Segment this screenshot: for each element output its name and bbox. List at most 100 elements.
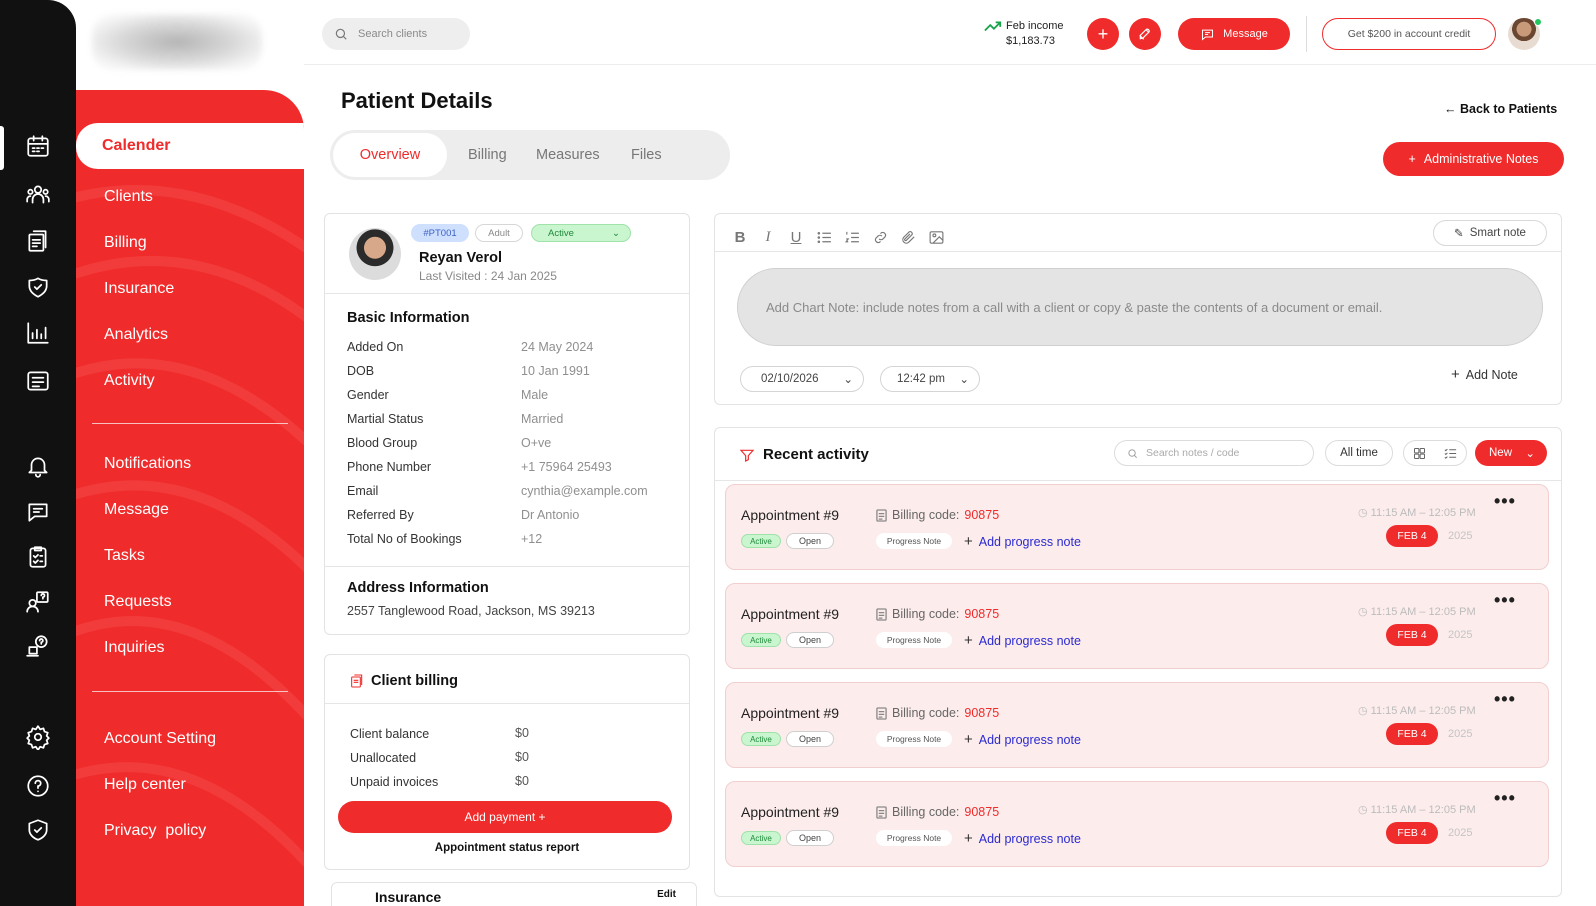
status-badge: Active — [741, 732, 781, 746]
account-credit-button[interactable]: Get $200 in account credit — [1322, 18, 1496, 50]
client-search[interactable]: Search clients — [322, 18, 470, 50]
smart-note-button[interactable]: ✎ Smart note — [1433, 220, 1547, 246]
rocket-icon — [1139, 28, 1150, 40]
message-icon[interactable] — [20, 494, 56, 530]
tab-billing[interactable]: Billing — [468, 130, 507, 180]
more-options-icon[interactable]: ••• — [1494, 689, 1516, 710]
billing-code-prefix: Billing code: — [892, 508, 960, 522]
privacy-shield-icon[interactable] — [20, 812, 56, 848]
appointment-year: 2025 — [1448, 827, 1473, 839]
appointment-item[interactable]: Appointment #9 Billing code: 90875 Activ… — [725, 484, 1549, 570]
bell-icon[interactable] — [20, 448, 56, 484]
status-badge: Active — [741, 831, 781, 845]
activity-list-icon[interactable] — [20, 363, 56, 399]
add-progress-note-label: Add progress note — [978, 831, 1081, 846]
add-button[interactable]: + — [1087, 18, 1119, 50]
back-to-patients-link[interactable]: ← Back to Patients — [1444, 102, 1557, 116]
sidebar-item-tasks[interactable]: Tasks — [104, 547, 145, 565]
sidebar-item-calender[interactable]: Calender — [76, 123, 304, 169]
bold-icon[interactable]: B — [731, 228, 749, 246]
patient-status-select[interactable]: Active ⌄ — [531, 224, 631, 242]
add-progress-note-link[interactable]: + Add progress note — [964, 731, 1081, 748]
page-title: Patient Details — [341, 88, 493, 113]
sidebar-item-privacy-policy[interactable]: Privacy policy — [104, 822, 206, 840]
sidebar-item-analytics[interactable]: Analytics — [104, 326, 168, 344]
italic-icon[interactable]: I — [759, 228, 777, 246]
quick-action-button[interactable] — [1129, 18, 1161, 50]
more-options-icon[interactable]: ••• — [1494, 590, 1516, 611]
chart-note-input[interactable]: Add Chart Note: include notes from a cal… — [737, 268, 1543, 346]
requests-icon[interactable] — [20, 584, 56, 620]
billing-icon[interactable] — [20, 223, 56, 259]
appointment-status-report-link[interactable]: Appointment status report — [325, 842, 689, 854]
tab-measures[interactable]: Measures — [536, 130, 600, 180]
tab-overview[interactable]: Overview — [333, 133, 447, 177]
attachment-icon[interactable] — [899, 228, 917, 246]
sidebar-item-clients[interactable]: Clients — [104, 188, 153, 206]
list-view-icon[interactable] — [1443, 446, 1458, 461]
more-options-icon[interactable]: ••• — [1494, 491, 1516, 512]
add-progress-note-link[interactable]: + Add progress note — [964, 830, 1081, 847]
sidebar-item-inquiries[interactable]: Inquiries — [104, 639, 164, 657]
sidebar-item-notifications[interactable]: Notifications — [104, 455, 191, 473]
clock-icon: ◷ — [1358, 606, 1371, 618]
appointment-item[interactable]: Appointment #9 Billing code: 90875 Activ… — [725, 583, 1549, 669]
sidebar-item-activity[interactable]: Activity — [104, 372, 155, 390]
search-icon — [335, 28, 347, 40]
appointment-time: ◷ 11:15 AM – 12:05 PM — [1358, 803, 1476, 816]
appointment-item[interactable]: Appointment #9 Billing code: 90875 Activ… — [725, 781, 1549, 867]
inquiries-icon[interactable] — [20, 628, 56, 664]
patient-name: Reyan Verol — [419, 250, 503, 266]
add-note-button[interactable]: + Add Note — [1451, 366, 1518, 383]
appointment-item[interactable]: Appointment #9 Billing code: 90875 Activ… — [725, 682, 1549, 768]
trend-up-icon — [984, 21, 1002, 32]
sidebar-item-insurance[interactable]: Insurance — [104, 280, 174, 298]
search-placeholder: Search clients — [358, 28, 428, 40]
notes-search-input[interactable]: Search notes / code — [1114, 440, 1314, 466]
info-label: Gender — [347, 388, 389, 402]
billing-label: Unpaid invoices — [350, 775, 439, 789]
online-status-dot — [1534, 18, 1542, 26]
appointment-date: FEB 4 — [1386, 525, 1438, 547]
add-progress-note-label: Add progress note — [978, 534, 1081, 549]
message-button[interactable]: Message — [1178, 18, 1290, 50]
appointment-time-value: 11:15 AM – 12:05 PM — [1370, 804, 1476, 816]
add-progress-note-link[interactable]: + Add progress note — [964, 632, 1081, 649]
calendar-icon[interactable] — [20, 128, 56, 164]
grid-view-icon[interactable] — [1412, 446, 1427, 461]
link-icon[interactable] — [871, 228, 889, 246]
insurance-icon[interactable] — [20, 269, 56, 305]
note-date-picker[interactable]: 02/10/2026 ⌄ — [740, 366, 864, 392]
new-activity-button[interactable]: New ⌄ — [1475, 440, 1547, 466]
note-time-picker[interactable]: 12:42 pm ⌄ — [880, 366, 980, 392]
numbered-list-icon[interactable] — [843, 228, 861, 246]
sidebar-item-billing[interactable]: Billing — [104, 234, 147, 252]
sidebar-item-account-setting[interactable]: Account Setting — [104, 730, 216, 748]
bullet-list-icon[interactable] — [815, 228, 833, 246]
more-options-icon[interactable]: ••• — [1494, 788, 1516, 809]
note-type-badge: Progress Note — [876, 632, 952, 648]
add-progress-note-link[interactable]: + Add progress note — [964, 533, 1081, 550]
plus-icon: + — [1097, 23, 1109, 44]
add-payment-button[interactable]: Add payment + — [338, 801, 672, 833]
help-icon[interactable] — [20, 768, 56, 804]
sidebar-item-message[interactable]: Message — [104, 501, 169, 519]
gear-icon[interactable] — [20, 719, 56, 755]
insurance-edit-button[interactable]: Edit — [657, 889, 676, 900]
user-avatar[interactable] — [1508, 18, 1542, 50]
recent-activity-card: Recent activity Search notes / code All … — [714, 427, 1562, 897]
sidebar-item-help-center[interactable]: Help center — [104, 776, 186, 794]
info-label: Total No of Bookings — [347, 532, 462, 546]
clients-icon[interactable] — [20, 176, 56, 212]
billing-code-value: 90875 — [964, 805, 1000, 819]
analytics-icon[interactable] — [20, 315, 56, 351]
administrative-notes-button[interactable]: + Administrative Notes — [1383, 142, 1564, 176]
tab-files[interactable]: Files — [631, 130, 662, 180]
underline-icon[interactable]: U — [787, 228, 805, 246]
billing-value: $0 — [515, 726, 529, 740]
tasks-icon[interactable] — [20, 539, 56, 575]
time-range-select[interactable]: All time — [1325, 440, 1393, 466]
income-amount: $1,183.73 — [1006, 35, 1055, 47]
image-icon[interactable] — [927, 228, 945, 246]
sidebar-item-requests[interactable]: Requests — [104, 593, 172, 611]
